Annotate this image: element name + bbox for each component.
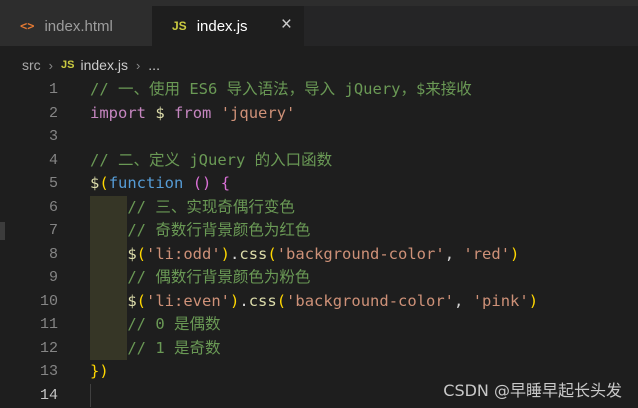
close-icon[interactable]: × [281,15,292,35]
code-text: // 二、定义 jQuery 的入口函数 [90,150,333,169]
line-number: 8 [48,245,58,263]
tab-bar: <> index.html JS index.js × [0,0,638,46]
code-line[interactable]: 12 // 1 是奇数 [0,336,638,360]
tab-label: index.js [196,17,248,35]
cursor-line-guide [90,383,91,407]
code-line[interactable]: 9 // 偶数行背景颜色为粉色 [0,266,638,290]
code-line[interactable]: 7 // 奇数行背景颜色为红色 [0,219,638,243]
code-text: // 一、使用 ES6 导入语法，导入 jQuery，$来接收 [90,80,472,98]
line-number: 9 [48,269,58,286]
code-line[interactable]: 2 import $ from 'jquery' [0,102,638,126]
code-line[interactable]: 5 $(function () { [0,172,638,196]
code-line[interactable]: 11 // 0 是偶数 [0,313,638,337]
code-text: // 奇数行背景颜色为红色 [127,221,311,239]
line-number: 3 [48,128,58,145]
line-number: 12 [39,339,58,357]
code-text: $('li:even').css('background-color', 'pi… [127,291,539,310]
js-file-icon: JS [61,59,75,71]
tab-index-html[interactable]: <> index.html [0,6,152,46]
line-number: 6 [48,198,58,216]
code-line[interactable]: 3 [0,125,638,149]
line-number: 14 [39,386,58,404]
code-line[interactable]: 10 $('li:even').css('background-color', … [0,289,638,313]
breadcrumb-symbols[interactable]: ... [148,57,160,73]
breadcrumb-folder[interactable]: src [22,57,41,73]
code-text: // 三、实现奇偶行变色 [127,197,295,216]
line-number: 2 [48,104,58,122]
js-file-icon: JS [172,19,187,33]
line-number: 7 [48,222,58,239]
tab-label: index.html [44,17,113,35]
line-number: 10 [39,292,58,310]
code-text: // 1 是奇数 [127,338,221,357]
chevron-right-icon: › [135,57,141,73]
code-text: $('li:odd').css('background-color', 'red… [127,244,520,263]
tab-index-js[interactable]: JS index.js × [152,6,304,46]
code-text: import $ from 'jquery' [90,103,296,122]
code-text: // 偶数行背景颜色为粉色 [127,268,311,286]
line-number: 4 [48,151,58,169]
chevron-right-icon: › [48,57,54,73]
breadcrumb-file[interactable]: index.js [80,57,127,73]
line-number: 5 [48,175,58,192]
code-line[interactable]: 8 $('li:odd').css('background-color', 'r… [0,242,638,266]
line-number: 11 [39,316,58,333]
code-text: // 0 是偶数 [127,315,221,333]
line-number: 13 [39,363,58,380]
watermark: CSDN @早睡早起长头发 [443,381,622,400]
code-line[interactable]: 1 // 一、使用 ES6 导入语法，导入 jQuery，$来接收 [0,78,638,102]
code-text: }) [90,362,109,380]
code-editor[interactable]: 1 // 一、使用 ES6 导入语法，导入 jQuery，$来接收 2 import … [0,78,638,408]
html-file-icon: <> [20,19,35,33]
code-text: $(function () { [90,174,231,192]
code-line[interactable]: 6 // 三、实现奇偶行变色 [0,195,638,219]
line-number: 1 [48,81,58,98]
code-line[interactable]: 4 // 二、定义 jQuery 的入口函数 [0,149,638,173]
